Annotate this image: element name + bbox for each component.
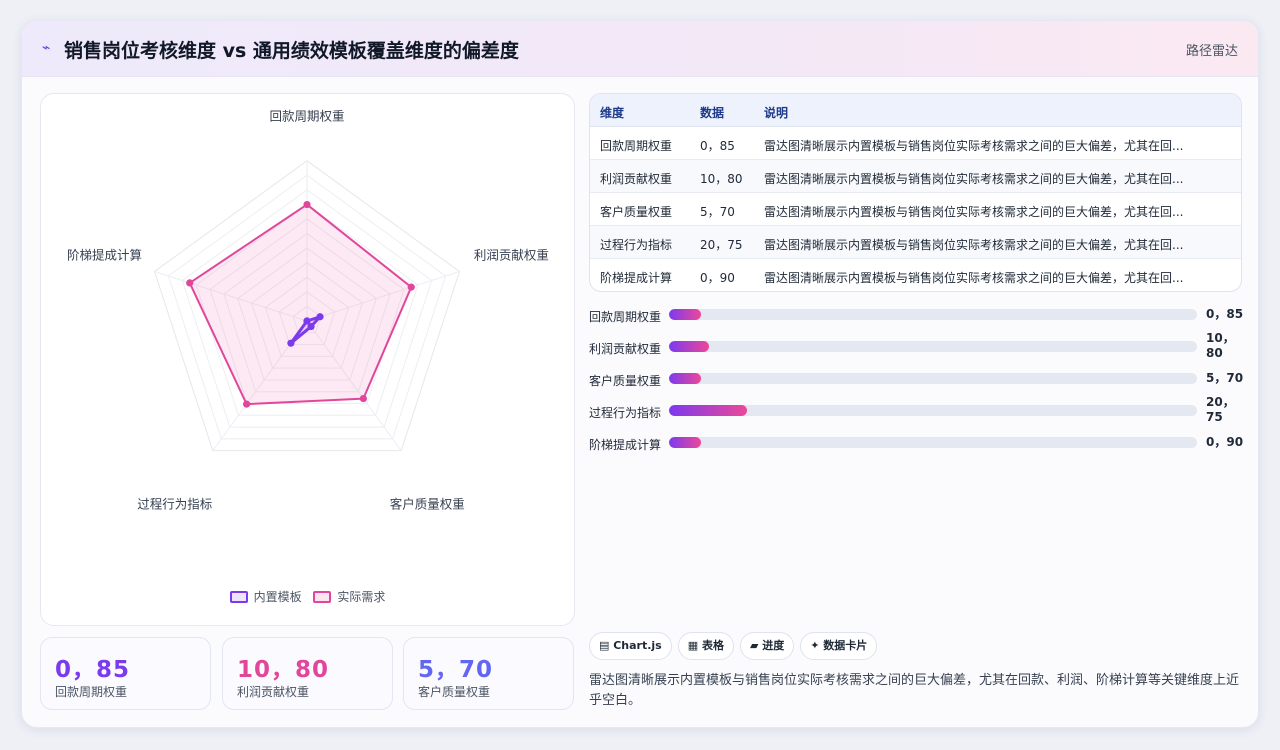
progress-label: 回款周期权重 [589,310,662,324]
progress-value: 20，75 [1206,395,1235,424]
legend-item-template[interactable]: 内置模板 [229,588,302,605]
progress-track [669,437,1197,448]
chip-table[interactable]: ▦ 表格 [677,632,734,660]
kpi-value: 10，80 [237,657,330,683]
table-row: 阶梯提成计算 0，90 雷达图清晰展示内置模板与销售岗位实际考核需求之间的巨大偏… [590,259,1241,291]
cell-dimension: 利润贡献权重 [600,172,673,186]
kpi-card: 5，70 客户质量权重 [403,637,574,710]
radar-chart: 回款周期权重利润贡献权重客户质量权重 过程行为指标 阶梯提成计算 [67,109,549,512]
chart-legend: 内置模板 实际需求 [41,588,574,606]
chip-chartjs[interactable]: ▤ Chart.js [589,632,672,660]
column-header: 数据 [700,106,725,120]
progress-label: 阶梯提成计算 [589,438,662,452]
legend-item-actual[interactable]: 实际需求 [313,588,385,605]
progress-fill [669,405,748,416]
card-header: ⌁ 销售岗位考核维度 vs 通用绩效模板覆盖维度的偏差度 路径雷达 [22,21,1258,77]
legend-label: 内置模板 [253,590,302,604]
kpi-value: 0，85 [55,657,131,683]
feature-chips: ▤ Chart.js ▦ 表格 ▰ 进度 ✦ 数据卡片 [589,632,883,660]
cell-dimension: 过程行为指标 [600,238,673,252]
radar-data-point [303,200,311,209]
progress-value: 0，85 [1206,307,1244,321]
column-header: 维度 [600,106,625,120]
legend-swatch [313,590,332,603]
cell-data: 10，80 [700,172,743,186]
kpi-label: 回款周期权重 [55,685,128,699]
cell-note: 雷达图清晰展示内置模板与销售岗位实际考核需求之间的巨大偏差，尤其在回... [764,238,1184,252]
progress-row: 过程行为指标 20，75 [589,395,1242,424]
cell-dimension: 回款周期权重 [600,139,673,153]
table-row: 利润贡献权重 10，80 雷达图清晰展示内置模板与销售岗位实际考核需求之间的巨大… [590,160,1241,193]
progress-label: 过程行为指标 [589,406,662,420]
progress-row: 客户质量权重 5，70 [589,367,1244,391]
progress-fill [669,309,701,320]
radar-axis-label: 利润贡献权重 [474,247,549,262]
table-row: 回款周期权重 0，85 雷达图清晰展示内置模板与销售岗位实际考核需求之间的巨大偏… [590,127,1241,160]
cell-data: 0，85 [700,139,735,153]
kpi-card: 10，80 利润贡献权重 [222,637,393,710]
table-row: 客户质量权重 5，70 雷达图清晰展示内置模板与销售岗位实际考核需求之间的巨大偏… [590,193,1241,226]
radar-axis-label: 阶梯提成计算 [67,247,142,262]
radar-series-area [188,203,413,406]
progress-value: 0，90 [1206,435,1244,449]
radar-data-point [316,313,324,321]
progress-track [669,373,1197,384]
legend-swatch [229,590,248,603]
table-header: 维度 数据 说明 [590,94,1241,127]
progress-track [669,309,1197,320]
cell-note: 雷达图清晰展示内置模板与销售岗位实际考核需求之间的巨大偏差，尤其在回... [764,205,1184,219]
progress-fill [669,341,709,352]
chart-type-tag: 路径雷达 [1185,44,1238,59]
cell-data: 5，70 [700,205,735,219]
progress-track [669,405,1197,416]
radar-axis-label: 客户质量权重 [390,497,465,512]
radar-axis-label: 过程行为指标 [137,497,212,512]
chip-data-card[interactable]: ✦ 数据卡片 [800,632,878,660]
progress-row: 利润贡献权重 10，80 [589,331,1242,360]
cell-dimension: 阶梯提成计算 [600,271,673,285]
chip-progress[interactable]: ▰ 进度 [739,632,795,660]
cell-dimension: 客户质量权重 [600,205,673,219]
chart-description: 雷达图清晰展示内置模板与销售岗位实际考核需求之间的巨大偏差，尤其在回款、利润、阶… [589,673,1240,708]
dashboard-card: ⌁ 销售岗位考核维度 vs 通用绩效模板覆盖维度的偏差度 路径雷达 回款周期权重… [21,20,1259,728]
cell-note: 雷达图清晰展示内置模板与销售岗位实际考核需求之间的巨大偏差，尤其在回... [764,271,1184,285]
radar-data-point [303,317,311,325]
kpi-label: 利润贡献权重 [237,685,310,699]
lightning-icon: ⌁ [42,40,51,56]
radar-data-point [359,394,367,403]
data-table: 维度 数据 说明 回款周期权重 0，85 雷达图清晰展示内置模板与销售岗位实际考… [589,93,1242,292]
radar-chart-panel: 回款周期权重利润贡献权重客户质量权重 过程行为指标 阶梯提成计算 内置模板 实际需求 [40,93,575,626]
progress-label: 客户质量权重 [589,374,662,388]
progress-track [669,341,1197,352]
progress-value: 5，70 [1206,371,1244,385]
cell-data: 20，75 [700,238,743,252]
column-header: 说明 [764,106,789,120]
cell-data: 0，90 [700,271,735,285]
table-row: 过程行为指标 20，75 雷达图清晰展示内置模板与销售岗位实际考核需求之间的巨大… [590,226,1241,259]
progress-value: 10，80 [1206,331,1235,360]
page-title: 销售岗位考核维度 vs 通用绩效模板覆盖维度的偏差度 [64,40,519,62]
progress-fill [669,373,701,384]
progress-fill [669,437,701,448]
radar-data-point [186,279,194,287]
radar-data-point [287,339,295,347]
progress-label: 利润贡献权重 [589,342,662,356]
kpi-card: 0，85 回款周期权重 [40,637,211,710]
progress-row: 回款周期权重 0，85 [589,303,1244,327]
radar-axis-label: 回款周期权重 [269,109,344,124]
kpi-label: 客户质量权重 [418,685,491,699]
legend-label: 实际需求 [337,590,386,604]
radar-data-point [407,283,415,291]
cell-note: 雷达图清晰展示内置模板与销售岗位实际考核需求之间的巨大偏差，尤其在回... [764,172,1184,186]
kpi-value: 5，70 [418,657,494,683]
cell-note: 雷达图清晰展示内置模板与销售岗位实际考核需求之间的巨大偏差，尤其在回... [764,139,1184,153]
progress-row: 阶梯提成计算 0，90 [589,431,1244,455]
radar-data-point [243,400,251,408]
